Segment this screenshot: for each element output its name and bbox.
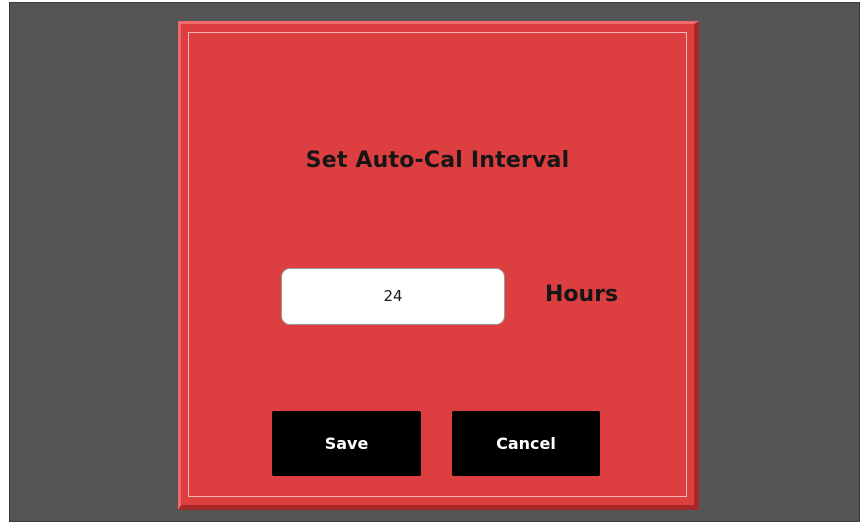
save-button[interactable]: Save: [272, 411, 421, 476]
auto-cal-interval-dialog: Set Auto-Cal Interval 24 Hours Save Canc…: [178, 21, 699, 510]
dialog-inner-border: [188, 32, 687, 497]
cancel-button[interactable]: Cancel: [452, 411, 600, 476]
hours-units-label: Hours: [545, 282, 619, 307]
dialog-title: Set Auto-Cal Interval: [305, 148, 570, 173]
interval-hours-input[interactable]: 24: [281, 268, 505, 325]
